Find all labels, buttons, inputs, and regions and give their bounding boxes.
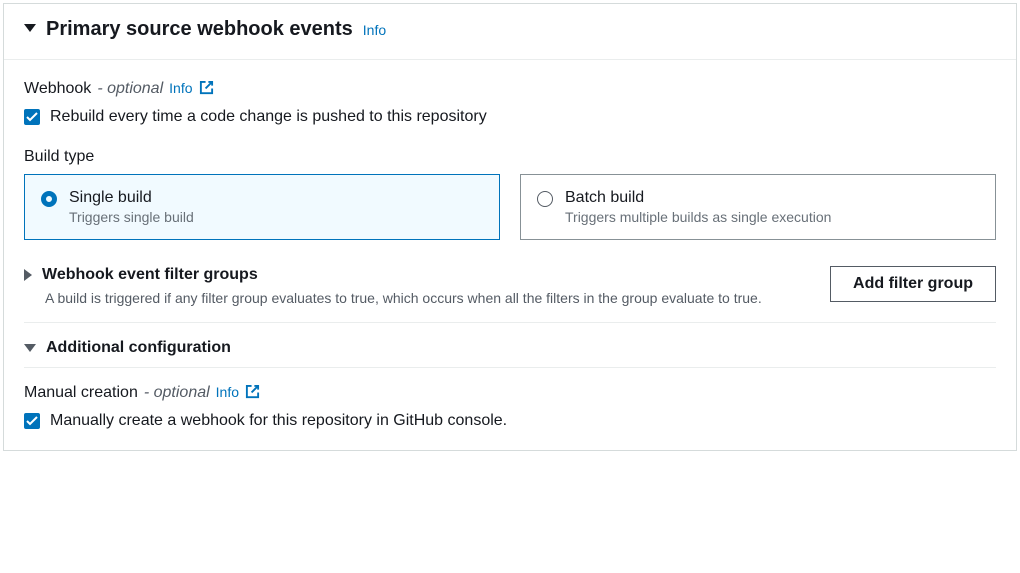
manual-create-checkbox[interactable] — [24, 413, 40, 429]
batch-build-radio[interactable] — [537, 191, 553, 207]
add-filter-group-button[interactable]: Add filter group — [830, 266, 996, 302]
panel-header: Primary source webhook events Info — [4, 4, 1016, 60]
external-link-icon[interactable] — [199, 80, 214, 95]
header-info-link[interactable]: Info — [363, 22, 386, 38]
webhook-events-panel: Primary source webhook events Info Webho… — [3, 3, 1017, 451]
webhook-label-row: Webhook - optional Info — [24, 78, 996, 98]
filter-groups-left: Webhook event filter groups A build is t… — [24, 266, 810, 306]
manual-creation-info-link[interactable]: Info — [216, 384, 239, 400]
panel-body: Webhook - optional Info Rebuild every ti… — [4, 60, 1016, 450]
single-build-content: Single build Triggers single build — [69, 189, 194, 225]
additional-config-section: Additional configuration — [24, 339, 996, 368]
batch-build-card[interactable]: Batch build Triggers multiple builds as … — [520, 174, 996, 240]
build-type-options: Single build Triggers single build Batch… — [24, 174, 996, 240]
additional-config-title: Additional configuration — [46, 339, 231, 357]
rebuild-checkbox-row: Rebuild every time a code change is push… — [24, 108, 996, 126]
webhook-info-link[interactable]: Info — [169, 80, 192, 96]
manual-checkbox-row: Manually create a webhook for this repos… — [24, 412, 996, 430]
expand-caret-right-icon — [24, 269, 32, 281]
filter-groups-header-row: Webhook event filter groups A build is t… — [24, 266, 996, 306]
build-type-label: Build type — [24, 148, 996, 166]
single-build-title: Single build — [69, 189, 194, 207]
additional-config-title-row[interactable]: Additional configuration — [24, 339, 996, 357]
collapse-caret-icon[interactable] — [24, 24, 36, 32]
filter-groups-title: Webhook event filter groups — [42, 266, 258, 284]
additional-config-body: Manual creation - optional Info Manually… — [24, 368, 996, 430]
batch-build-title: Batch build — [565, 189, 831, 207]
rebuild-checkbox-label: Rebuild every time a code change is push… — [50, 108, 487, 126]
manual-external-link-icon[interactable] — [245, 384, 260, 399]
filter-groups-desc: A build is triggered if any filter group… — [24, 290, 810, 306]
filter-groups-section: Webhook event filter groups A build is t… — [24, 266, 996, 323]
manual-creation-label: Manual creation — [24, 384, 138, 402]
rebuild-checkbox[interactable] — [24, 109, 40, 125]
single-build-card[interactable]: Single build Triggers single build — [24, 174, 500, 240]
manual-creation-label-row: Manual creation - optional Info — [24, 382, 996, 402]
batch-build-desc: Triggers multiple builds as single execu… — [565, 209, 831, 225]
webhook-label: Webhook — [24, 80, 91, 98]
manual-creation-optional: - optional — [144, 384, 210, 402]
panel-title: Primary source webhook events — [46, 18, 353, 41]
webhook-optional: - optional — [97, 80, 163, 98]
manual-create-checkbox-label: Manually create a webhook for this repos… — [50, 412, 507, 430]
filter-groups-title-row[interactable]: Webhook event filter groups — [24, 266, 810, 284]
single-build-radio[interactable] — [41, 191, 57, 207]
batch-build-content: Batch build Triggers multiple builds as … — [565, 189, 831, 225]
single-build-desc: Triggers single build — [69, 209, 194, 225]
expand-caret-down-icon — [24, 344, 36, 352]
